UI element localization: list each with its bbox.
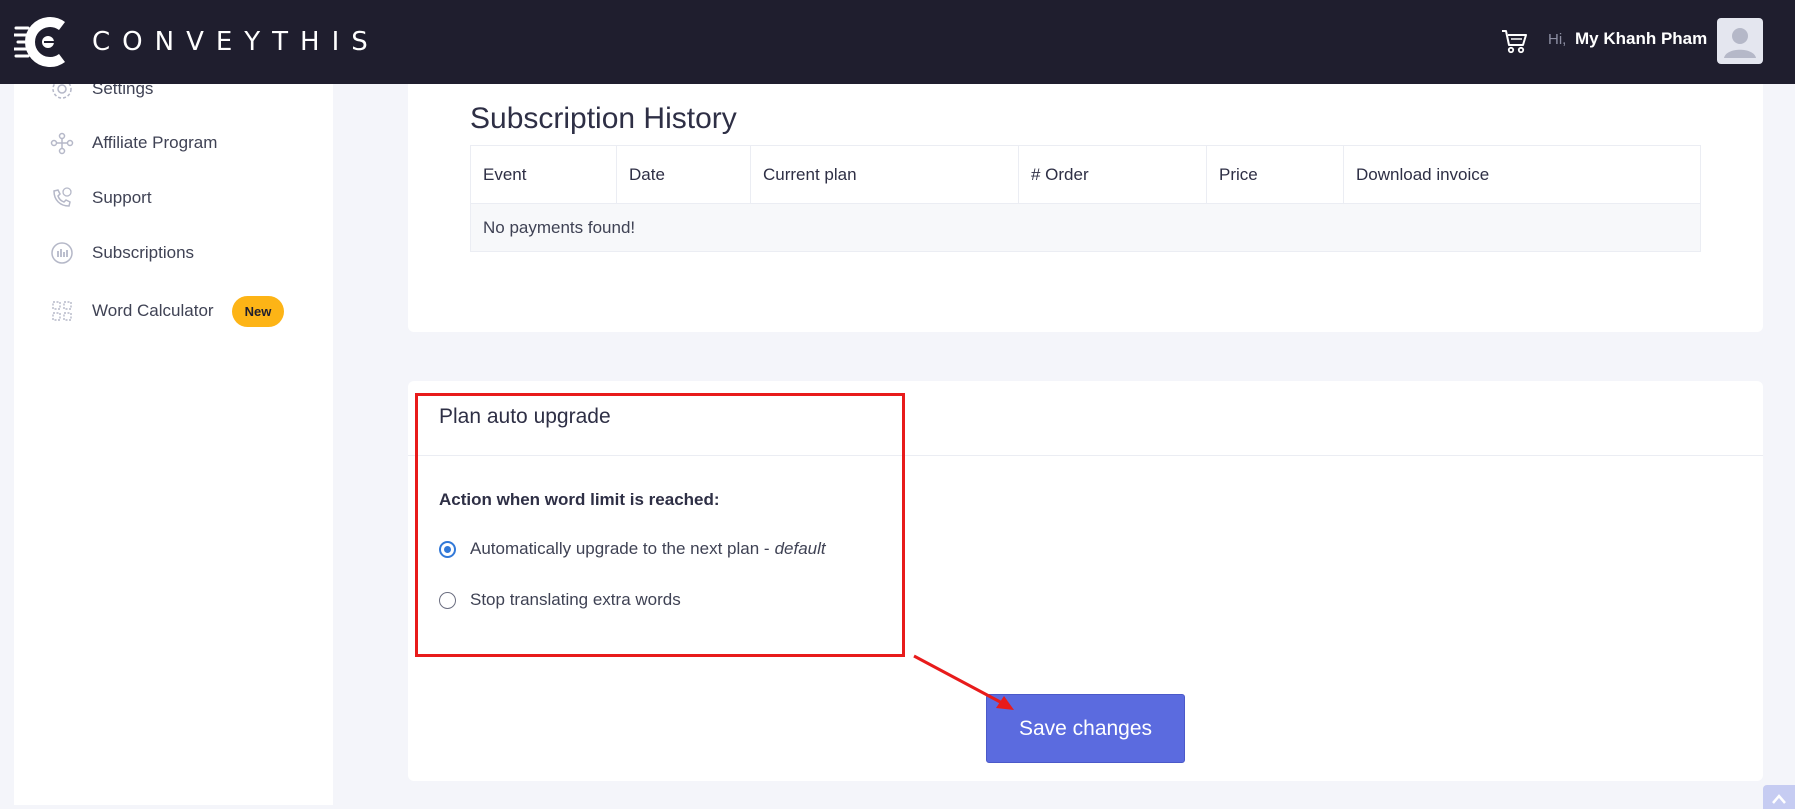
option-auto-upgrade-label: Automatically upgrade to the next plan - <box>470 539 770 558</box>
sidebar-item-subscriptions[interactable]: Subscriptions <box>50 238 194 268</box>
cart-icon[interactable] <box>1500 27 1528 55</box>
network-icon <box>50 132 74 155</box>
table-row: No payments found! <box>470 203 1701 252</box>
save-changes-button[interactable]: Save changes <box>986 694 1185 763</box>
sidebar-item-support[interactable]: Support <box>50 183 152 213</box>
user-name[interactable]: My Khanh Pham <box>1575 29 1707 49</box>
option-stop-translating-label: Stop translating extra words <box>470 590 681 609</box>
conveythis-logo-icon <box>14 17 65 67</box>
column-header-download-invoice: Download invoice <box>1343 145 1701 204</box>
user-avatar-icon <box>1724 28 1756 58</box>
option-auto-upgrade[interactable]: Automatically upgrade to the next plan -… <box>439 539 826 559</box>
table-header-row: Event Date Current plan # Order Price Do… <box>470 145 1701 204</box>
calculator-icon <box>52 301 72 321</box>
avatar[interactable] <box>1717 18 1763 64</box>
subscription-history-card: Subscription History Event Date Current … <box>408 84 1763 332</box>
sidebar: Settings Affiliate Program Support Subsc… <box>14 79 333 805</box>
column-header-date: Date <box>616 145 751 204</box>
column-header-order: # Order <box>1018 145 1207 204</box>
bar-chart-icon <box>51 242 73 264</box>
plan-auto-upgrade-title: Plan auto upgrade <box>439 405 611 428</box>
sidebar-item-label: Subscriptions <box>92 243 195 262</box>
top-bar: CONVEYTHIS Hi, My Khanh Pham <box>0 0 1795 84</box>
column-header-price: Price <box>1206 145 1344 204</box>
subscription-history-title: Subscription History <box>470 102 737 135</box>
radio-auto-upgrade[interactable] <box>439 540 456 558</box>
action-label: Action when word limit is reached: <box>439 490 720 509</box>
option-stop-translating[interactable]: Stop translating extra words <box>439 590 681 610</box>
sidebar-item-label: Word Calculator <box>92 301 214 320</box>
column-header-current-plan: Current plan <box>750 145 1019 204</box>
card-header: Plan auto upgrade <box>408 381 1763 456</box>
plan-auto-upgrade-card: Plan auto upgrade Action when word limit… <box>408 381 1763 781</box>
brand-name: CONVEYTHIS <box>92 27 380 57</box>
greeting-prefix: Hi, <box>1548 31 1567 48</box>
brand-logo[interactable]: CONVEYTHIS <box>14 14 380 70</box>
scroll-to-top-button[interactable] <box>1763 785 1795 809</box>
radio-stop-translating[interactable] <box>439 591 456 609</box>
sidebar-item-affiliate-program[interactable]: Affiliate Program <box>50 128 217 158</box>
sidebar-item-label: Affiliate Program <box>92 133 218 152</box>
new-badge: New <box>231 295 285 327</box>
sidebar-item-word-calculator[interactable]: Word Calculator New <box>50 292 285 330</box>
column-header-event: Event <box>470 145 617 204</box>
option-default-suffix: default <box>774 539 826 558</box>
phone-question-icon <box>53 187 72 207</box>
empty-message: No payments found! <box>470 203 1701 252</box>
sidebar-item-label: Support <box>92 188 152 207</box>
arrow-up-icon <box>1772 794 1786 804</box>
subscription-history-table: Event Date Current plan # Order Price Do… <box>470 145 1701 252</box>
